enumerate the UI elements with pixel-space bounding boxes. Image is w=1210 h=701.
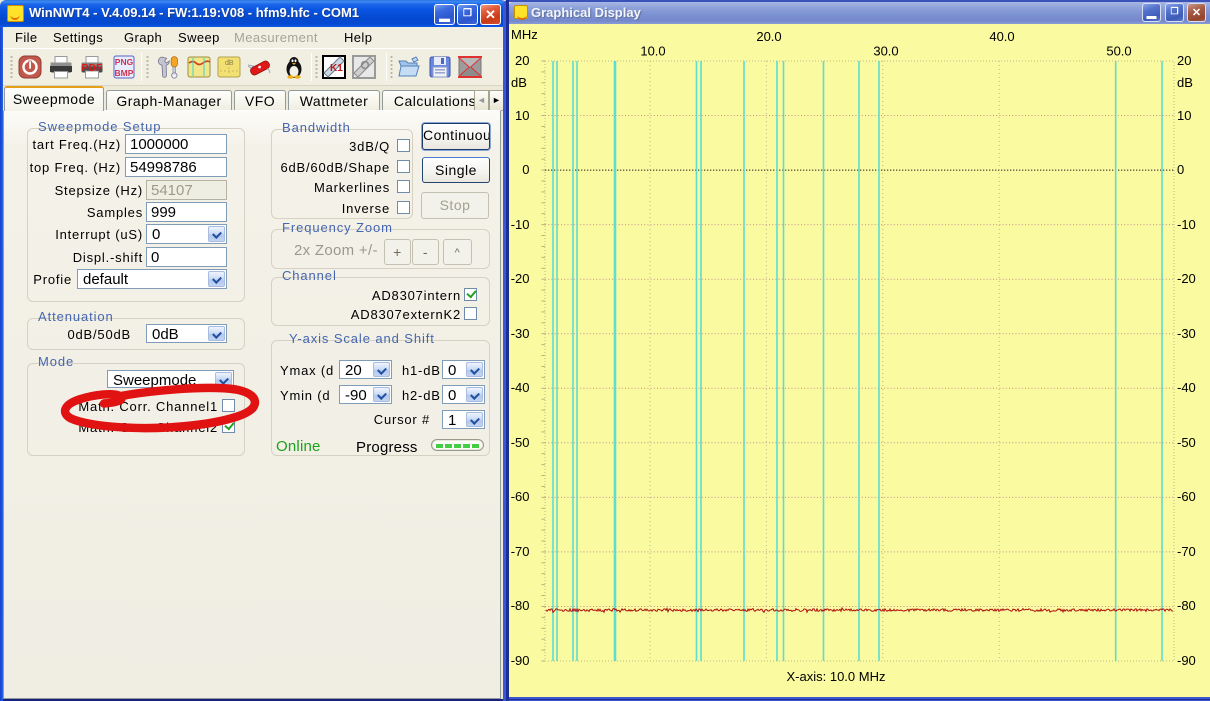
svg-text:-70: -70 (1177, 544, 1196, 559)
svg-text:-80: -80 (1177, 598, 1196, 613)
svg-text:-40: -40 (1177, 380, 1196, 395)
svg-text:10.0: 10.0 (640, 44, 665, 59)
svg-text:-30: -30 (1177, 326, 1196, 341)
svg-text:-60: -60 (511, 489, 530, 504)
svg-text:20: 20 (515, 53, 529, 68)
svg-text:MHz: MHz (511, 27, 538, 42)
svg-text:-90: -90 (1177, 653, 1196, 668)
svg-text:X-axis: 10.0 MHz: X-axis: 10.0 MHz (787, 669, 886, 684)
svg-text:10: 10 (515, 108, 529, 123)
svg-text:20.0: 20.0 (756, 29, 781, 44)
svg-text:PNG: PNG (115, 57, 134, 67)
svg-text:0: 0 (522, 162, 529, 177)
svg-text:-30: -30 (511, 326, 530, 341)
svg-text:0: 0 (1177, 162, 1184, 177)
svg-text:-20: -20 (1177, 271, 1196, 286)
svg-text:-50: -50 (1177, 435, 1196, 450)
svg-text:BMP: BMP (115, 68, 134, 78)
svg-text:-40: -40 (511, 380, 530, 395)
svg-text:-50: -50 (511, 435, 530, 450)
svg-text:K1: K1 (330, 63, 343, 74)
svg-text:20: 20 (1177, 53, 1191, 68)
svg-text:dB: dB (511, 75, 527, 90)
svg-text:50.0: 50.0 (1106, 44, 1131, 59)
svg-text:dB: dB (1177, 75, 1193, 90)
svg-text:-60: -60 (1177, 489, 1196, 504)
svg-text:-10: -10 (1177, 217, 1196, 232)
svg-text:-80: -80 (511, 598, 530, 613)
svg-text:-20: -20 (511, 271, 530, 286)
svg-text:-70: -70 (511, 544, 530, 559)
svg-text:40.0: 40.0 (989, 29, 1014, 44)
svg-text:-10: -10 (511, 217, 530, 232)
svg-text:10: 10 (1177, 108, 1191, 123)
svg-text:-90: -90 (511, 653, 530, 668)
svg-text:30.0: 30.0 (873, 44, 898, 59)
svg-text:PDF: PDF (82, 62, 104, 74)
